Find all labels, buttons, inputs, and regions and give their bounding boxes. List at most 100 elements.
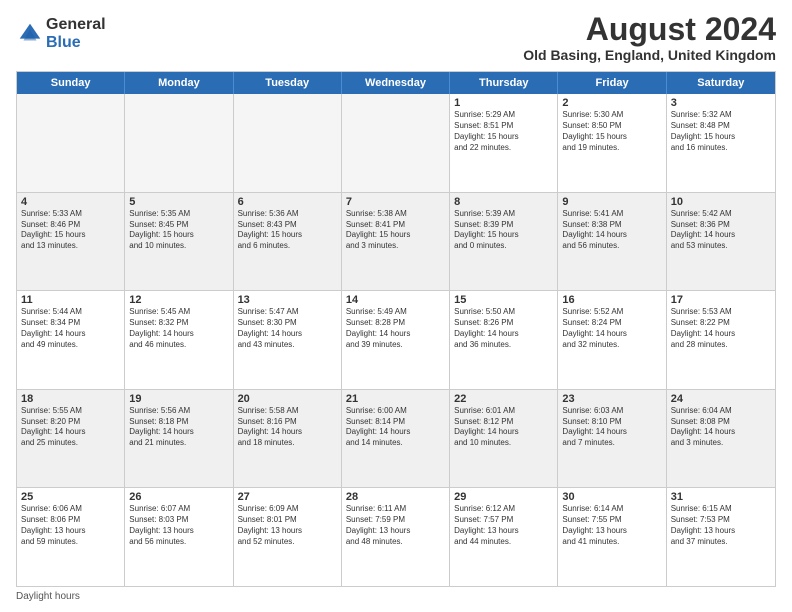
- cal-cell: 15Sunrise: 5:50 AM Sunset: 8:26 PM Dayli…: [450, 291, 558, 389]
- day-info: Sunrise: 5:44 AM Sunset: 8:34 PM Dayligh…: [21, 307, 120, 350]
- day-number: 30: [562, 491, 661, 503]
- cal-cell: 9Sunrise: 5:41 AM Sunset: 8:38 PM Daylig…: [558, 193, 666, 291]
- day-info: Sunrise: 5:49 AM Sunset: 8:28 PM Dayligh…: [346, 307, 445, 350]
- day-number: 24: [671, 393, 771, 405]
- cal-cell: [17, 94, 125, 192]
- day-info: Sunrise: 5:30 AM Sunset: 8:50 PM Dayligh…: [562, 110, 661, 153]
- day-number: 13: [238, 294, 337, 306]
- cal-cell: 18Sunrise: 5:55 AM Sunset: 8:20 PM Dayli…: [17, 390, 125, 488]
- day-info: Sunrise: 5:53 AM Sunset: 8:22 PM Dayligh…: [671, 307, 771, 350]
- day-number: 2: [562, 97, 661, 109]
- cal-header-tuesday: Tuesday: [234, 72, 342, 94]
- day-info: Sunrise: 5:41 AM Sunset: 8:38 PM Dayligh…: [562, 209, 661, 252]
- calendar-header: SundayMondayTuesdayWednesdayThursdayFrid…: [17, 72, 775, 94]
- day-number: 27: [238, 491, 337, 503]
- cal-cell: 23Sunrise: 6:03 AM Sunset: 8:10 PM Dayli…: [558, 390, 666, 488]
- logo-general: General: [46, 16, 106, 34]
- cal-cell: 19Sunrise: 5:56 AM Sunset: 8:18 PM Dayli…: [125, 390, 233, 488]
- day-info: Sunrise: 5:36 AM Sunset: 8:43 PM Dayligh…: [238, 209, 337, 252]
- day-info: Sunrise: 6:01 AM Sunset: 8:12 PM Dayligh…: [454, 406, 553, 449]
- cal-cell: 8Sunrise: 5:39 AM Sunset: 8:39 PM Daylig…: [450, 193, 558, 291]
- cal-cell: 25Sunrise: 6:06 AM Sunset: 8:06 PM Dayli…: [17, 488, 125, 586]
- day-number: 16: [562, 294, 661, 306]
- cal-cell: 11Sunrise: 5:44 AM Sunset: 8:34 PM Dayli…: [17, 291, 125, 389]
- cal-header-friday: Friday: [558, 72, 666, 94]
- day-info: Sunrise: 6:09 AM Sunset: 8:01 PM Dayligh…: [238, 504, 337, 547]
- cal-cell: [234, 94, 342, 192]
- cal-cell: 2Sunrise: 5:30 AM Sunset: 8:50 PM Daylig…: [558, 94, 666, 192]
- day-info: Sunrise: 5:52 AM Sunset: 8:24 PM Dayligh…: [562, 307, 661, 350]
- day-info: Sunrise: 5:55 AM Sunset: 8:20 PM Dayligh…: [21, 406, 120, 449]
- cal-cell: 3Sunrise: 5:32 AM Sunset: 8:48 PM Daylig…: [667, 94, 775, 192]
- logo: General Blue: [16, 16, 106, 51]
- day-number: 7: [346, 196, 445, 208]
- cal-row-4: 25Sunrise: 6:06 AM Sunset: 8:06 PM Dayli…: [17, 488, 775, 586]
- cal-cell: 22Sunrise: 6:01 AM Sunset: 8:12 PM Dayli…: [450, 390, 558, 488]
- day-info: Sunrise: 5:56 AM Sunset: 8:18 PM Dayligh…: [129, 406, 228, 449]
- day-info: Sunrise: 6:07 AM Sunset: 8:03 PM Dayligh…: [129, 504, 228, 547]
- cal-cell: 29Sunrise: 6:12 AM Sunset: 7:57 PM Dayli…: [450, 488, 558, 586]
- day-number: 4: [21, 196, 120, 208]
- cal-cell: 30Sunrise: 6:14 AM Sunset: 7:55 PM Dayli…: [558, 488, 666, 586]
- cal-cell: 26Sunrise: 6:07 AM Sunset: 8:03 PM Dayli…: [125, 488, 233, 586]
- logo-icon: [16, 20, 44, 48]
- day-number: 17: [671, 294, 771, 306]
- cal-cell: 24Sunrise: 6:04 AM Sunset: 8:08 PM Dayli…: [667, 390, 775, 488]
- day-info: Sunrise: 6:15 AM Sunset: 7:53 PM Dayligh…: [671, 504, 771, 547]
- cal-cell: 7Sunrise: 5:38 AM Sunset: 8:41 PM Daylig…: [342, 193, 450, 291]
- logo-blue: Blue: [46, 34, 106, 52]
- cal-cell: 28Sunrise: 6:11 AM Sunset: 7:59 PM Dayli…: [342, 488, 450, 586]
- page: General Blue August 2024 Old Basing, Eng…: [0, 0, 792, 612]
- day-info: Sunrise: 6:04 AM Sunset: 8:08 PM Dayligh…: [671, 406, 771, 449]
- cal-cell: 31Sunrise: 6:15 AM Sunset: 7:53 PM Dayli…: [667, 488, 775, 586]
- cal-cell: [342, 94, 450, 192]
- day-number: 23: [562, 393, 661, 405]
- footer-note: Daylight hours: [16, 591, 776, 602]
- day-number: 5: [129, 196, 228, 208]
- cal-cell: 16Sunrise: 5:52 AM Sunset: 8:24 PM Dayli…: [558, 291, 666, 389]
- cal-cell: [125, 94, 233, 192]
- day-number: 15: [454, 294, 553, 306]
- day-number: 25: [21, 491, 120, 503]
- cal-header-saturday: Saturday: [667, 72, 775, 94]
- cal-cell: 17Sunrise: 5:53 AM Sunset: 8:22 PM Dayli…: [667, 291, 775, 389]
- day-info: Sunrise: 5:33 AM Sunset: 8:46 PM Dayligh…: [21, 209, 120, 252]
- day-info: Sunrise: 5:38 AM Sunset: 8:41 PM Dayligh…: [346, 209, 445, 252]
- day-info: Sunrise: 6:00 AM Sunset: 8:14 PM Dayligh…: [346, 406, 445, 449]
- day-info: Sunrise: 5:47 AM Sunset: 8:30 PM Dayligh…: [238, 307, 337, 350]
- calendar-body: 1Sunrise: 5:29 AM Sunset: 8:51 PM Daylig…: [17, 94, 775, 586]
- day-number: 31: [671, 491, 771, 503]
- day-info: Sunrise: 5:45 AM Sunset: 8:32 PM Dayligh…: [129, 307, 228, 350]
- cal-cell: 14Sunrise: 5:49 AM Sunset: 8:28 PM Dayli…: [342, 291, 450, 389]
- day-info: Sunrise: 6:03 AM Sunset: 8:10 PM Dayligh…: [562, 406, 661, 449]
- cal-cell: 10Sunrise: 5:42 AM Sunset: 8:36 PM Dayli…: [667, 193, 775, 291]
- day-number: 9: [562, 196, 661, 208]
- day-number: 1: [454, 97, 553, 109]
- cal-cell: 27Sunrise: 6:09 AM Sunset: 8:01 PM Dayli…: [234, 488, 342, 586]
- cal-row-1: 4Sunrise: 5:33 AM Sunset: 8:46 PM Daylig…: [17, 193, 775, 292]
- cal-cell: 12Sunrise: 5:45 AM Sunset: 8:32 PM Dayli…: [125, 291, 233, 389]
- calendar: SundayMondayTuesdayWednesdayThursdayFrid…: [16, 71, 776, 587]
- cal-cell: 21Sunrise: 6:00 AM Sunset: 8:14 PM Dayli…: [342, 390, 450, 488]
- cal-cell: 1Sunrise: 5:29 AM Sunset: 8:51 PM Daylig…: [450, 94, 558, 192]
- day-info: Sunrise: 6:06 AM Sunset: 8:06 PM Dayligh…: [21, 504, 120, 547]
- cal-cell: 5Sunrise: 5:35 AM Sunset: 8:45 PM Daylig…: [125, 193, 233, 291]
- subtitle: Old Basing, England, United Kingdom: [523, 47, 776, 63]
- day-number: 12: [129, 294, 228, 306]
- day-number: 18: [21, 393, 120, 405]
- day-number: 10: [671, 196, 771, 208]
- cal-row-2: 11Sunrise: 5:44 AM Sunset: 8:34 PM Dayli…: [17, 291, 775, 390]
- day-info: Sunrise: 5:50 AM Sunset: 8:26 PM Dayligh…: [454, 307, 553, 350]
- title-block: August 2024 Old Basing, England, United …: [523, 12, 776, 63]
- cal-row-0: 1Sunrise: 5:29 AM Sunset: 8:51 PM Daylig…: [17, 94, 775, 193]
- cal-header-monday: Monday: [125, 72, 233, 94]
- day-number: 22: [454, 393, 553, 405]
- cal-header-sunday: Sunday: [17, 72, 125, 94]
- cal-cell: 4Sunrise: 5:33 AM Sunset: 8:46 PM Daylig…: [17, 193, 125, 291]
- day-number: 28: [346, 491, 445, 503]
- day-number: 29: [454, 491, 553, 503]
- day-number: 21: [346, 393, 445, 405]
- day-number: 19: [129, 393, 228, 405]
- cal-cell: 6Sunrise: 5:36 AM Sunset: 8:43 PM Daylig…: [234, 193, 342, 291]
- cal-header-thursday: Thursday: [450, 72, 558, 94]
